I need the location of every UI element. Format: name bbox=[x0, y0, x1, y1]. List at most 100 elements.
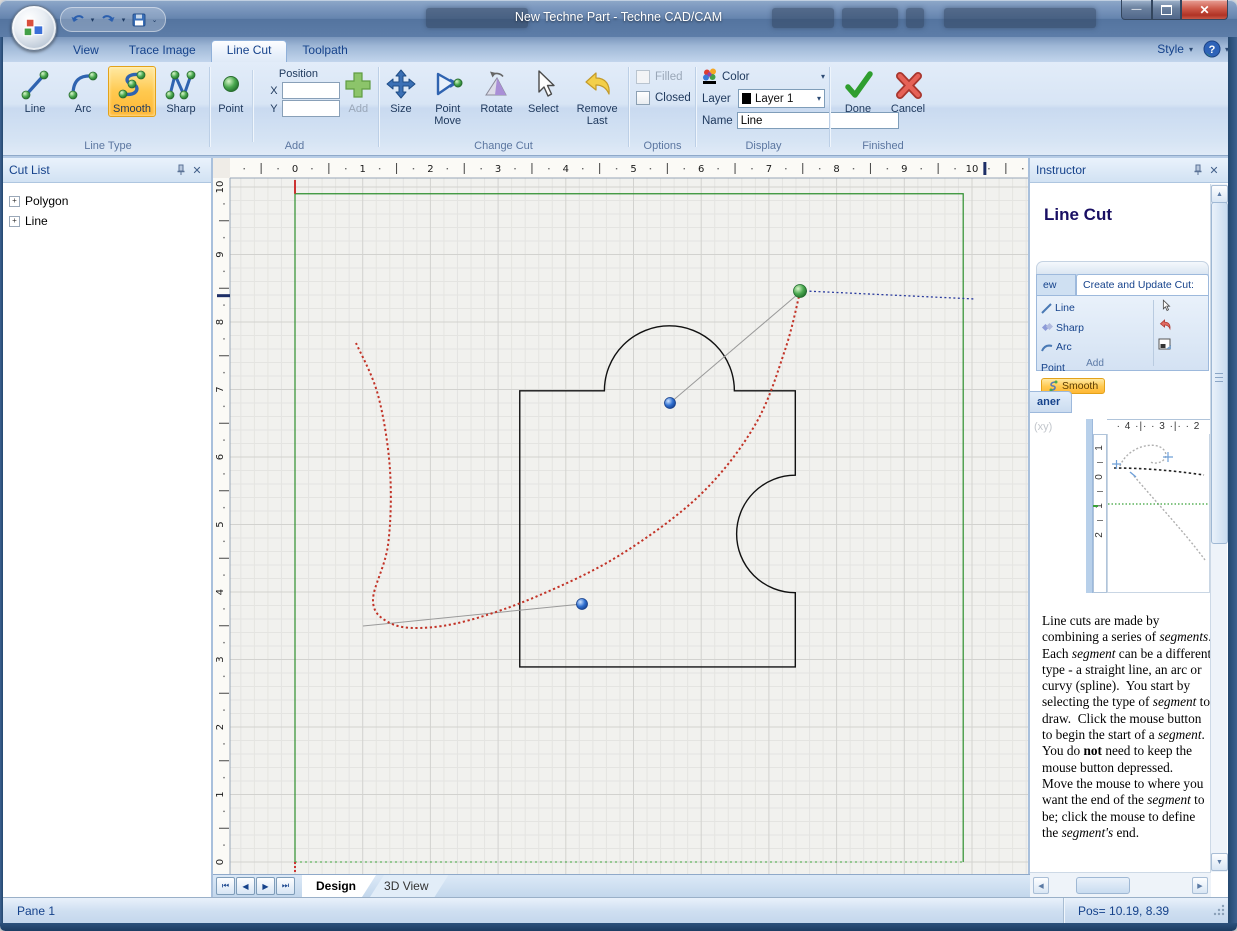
rotate-button[interactable]: Rotate bbox=[474, 66, 520, 129]
closed-checkbox[interactable]: Closed bbox=[636, 91, 695, 105]
maximize-button[interactable] bbox=[1152, 0, 1181, 20]
prev-page-button[interactable]: ◀ bbox=[236, 877, 255, 895]
checkbox-label: Closed bbox=[655, 92, 691, 104]
chevron-down-icon: ▾ bbox=[1189, 45, 1193, 54]
svg-text:0: 0 bbox=[215, 859, 226, 865]
vertical-scrollbar[interactable]: ▲ ▼ bbox=[1210, 184, 1227, 872]
scroll-left-button[interactable]: ◀ bbox=[1033, 877, 1049, 894]
x-input[interactable] bbox=[282, 82, 340, 99]
scroll-up-button[interactable]: ▲ bbox=[1211, 185, 1228, 203]
smooth-button[interactable]: Smooth bbox=[108, 66, 156, 117]
color-label: Color bbox=[722, 71, 749, 83]
tree-item-polygon[interactable]: + Polygon bbox=[9, 191, 205, 211]
filled-checkbox[interactable]: Filled bbox=[636, 70, 695, 84]
pin-icon[interactable] bbox=[1190, 162, 1206, 178]
tree-item-line[interactable]: + Line bbox=[9, 211, 205, 231]
cut-list-header: Cut List ✕ bbox=[3, 158, 211, 183]
button-label: Point bbox=[218, 103, 243, 115]
blue-control-point[interactable] bbox=[665, 398, 676, 409]
svg-text:5: 5 bbox=[215, 521, 226, 527]
remove-last-button[interactable]: Remove Last bbox=[567, 66, 627, 129]
position-block: Position X Y bbox=[257, 66, 339, 142]
svg-text:?: ? bbox=[1209, 44, 1216, 56]
smooth-segment-icon bbox=[1048, 380, 1059, 392]
horizontal-ruler bbox=[230, 158, 1028, 178]
x-label: X bbox=[270, 85, 277, 97]
app-logo-icon bbox=[23, 18, 45, 38]
window-frame-bottom bbox=[0, 923, 1237, 931]
view-tab-bar: ⏮ ◀ ▶ ⏭ Design 3D View bbox=[213, 874, 1031, 897]
green-end-point[interactable] bbox=[794, 285, 807, 298]
tree-expander[interactable]: + bbox=[9, 196, 20, 207]
mini-ribbon-screenshot: ew Create and Update Cut: Line Sharp bbox=[1036, 261, 1209, 371]
mini-caption-fragment: (xy) bbox=[1034, 421, 1052, 433]
group-label: Change Cut bbox=[380, 140, 627, 152]
first-page-button[interactable]: ⏮ bbox=[216, 877, 235, 895]
y-label: Y bbox=[270, 103, 277, 115]
svg-text:1: 1 bbox=[360, 164, 366, 175]
mini-canvas-area bbox=[1107, 434, 1210, 593]
blue-control-point[interactable] bbox=[577, 599, 588, 610]
scrollbar-grip bbox=[1215, 373, 1223, 382]
ribbon-group-finished: Done Cancel Finished bbox=[832, 63, 934, 153]
button-label: Add bbox=[348, 103, 368, 115]
sharp-button[interactable]: Sharp bbox=[158, 66, 204, 117]
instructor-paragraph: Line cuts are made by combining a series… bbox=[1042, 613, 1212, 841]
resize-grip-icon[interactable] bbox=[1211, 902, 1225, 921]
tab-trace-image[interactable]: Trace Image bbox=[114, 40, 211, 62]
tab-design[interactable]: Design bbox=[302, 875, 376, 897]
button-label: Cancel bbox=[891, 103, 925, 115]
design-canvas[interactable]: 001122334455667788991010 bbox=[213, 158, 1028, 875]
horizontal-scrollbar[interactable]: ◀ ▶ bbox=[1030, 872, 1211, 897]
tab-toolpath[interactable]: Toolpath bbox=[287, 40, 362, 62]
svg-text:10: 10 bbox=[215, 181, 226, 194]
app-menu-button[interactable] bbox=[11, 5, 57, 51]
scrollbar-thumb[interactable] bbox=[1211, 202, 1228, 544]
mini-canvas-screenshot: · 4 ·|· · 3 ·|· · 2 1012 bbox=[1086, 419, 1210, 593]
main-area: Cut List ✕ + Polygon + Line 001122334455… bbox=[3, 158, 1228, 897]
last-page-button[interactable]: ⏭ bbox=[276, 877, 295, 895]
group-label: Options bbox=[630, 140, 695, 152]
style-menu-label: Style bbox=[1157, 42, 1184, 56]
select-button[interactable]: Select bbox=[521, 66, 565, 129]
scroll-down-button[interactable]: ▼ bbox=[1211, 853, 1228, 871]
svg-text:4: 4 bbox=[215, 589, 226, 595]
tab-3d-view[interactable]: 3D View bbox=[370, 875, 448, 897]
tree-expander[interactable]: + bbox=[9, 216, 20, 227]
cancel-button[interactable]: Cancel bbox=[884, 66, 932, 117]
arc-button[interactable]: Arc bbox=[60, 66, 106, 117]
add-button[interactable]: Add bbox=[340, 66, 377, 142]
ribbon-group-line-type: Line Arc Smooth bbox=[8, 63, 208, 153]
pin-icon[interactable] bbox=[173, 162, 189, 178]
svg-text:5: 5 bbox=[630, 164, 636, 175]
close-button[interactable]: ✕ bbox=[1181, 0, 1228, 20]
close-icon[interactable]: ✕ bbox=[1206, 162, 1222, 178]
panel-title: Cut List bbox=[9, 163, 173, 177]
help-button[interactable]: ? ▾ bbox=[1203, 40, 1229, 58]
image-icon bbox=[1158, 337, 1172, 351]
size-button[interactable]: Size bbox=[380, 66, 422, 129]
point-move-button[interactable]: Point Move bbox=[424, 66, 472, 129]
ribbon: Line Arc Smooth bbox=[0, 62, 1237, 156]
scroll-right-button[interactable]: ▶ bbox=[1192, 877, 1208, 894]
arc-segment-icon bbox=[66, 68, 100, 102]
tab-view[interactable]: View bbox=[58, 40, 114, 62]
canvas-area: 001122334455667788991010 ⏮ ◀ ▶ ⏭ Design … bbox=[213, 158, 1028, 897]
close-icon[interactable]: ✕ bbox=[189, 162, 205, 178]
style-menu-button[interactable]: Style ▾ bbox=[1153, 40, 1197, 58]
line-button[interactable]: Line bbox=[12, 66, 58, 117]
color-dropdown[interactable]: Color ▾ bbox=[702, 67, 825, 86]
y-input[interactable] bbox=[282, 100, 340, 117]
point-button[interactable]: Point bbox=[212, 66, 249, 142]
done-button[interactable]: Done bbox=[834, 66, 882, 117]
ribbon-group-add: Point Position X Y bbox=[212, 63, 377, 153]
tab-line-cut[interactable]: Line Cut bbox=[211, 40, 288, 62]
svg-text:7: 7 bbox=[766, 164, 772, 175]
scrollbar-thumb[interactable] bbox=[1076, 877, 1130, 894]
layer-dropdown[interactable]: Layer 1 ▾ bbox=[738, 89, 825, 108]
next-page-button[interactable]: ▶ bbox=[256, 877, 275, 895]
status-bar: Pane 1 Pos= 10.19, 8.39 bbox=[3, 897, 1228, 924]
line-segment-icon bbox=[1041, 303, 1052, 314]
minimize-button[interactable]: — bbox=[1121, 0, 1152, 20]
smooth-segment-icon bbox=[115, 68, 149, 102]
